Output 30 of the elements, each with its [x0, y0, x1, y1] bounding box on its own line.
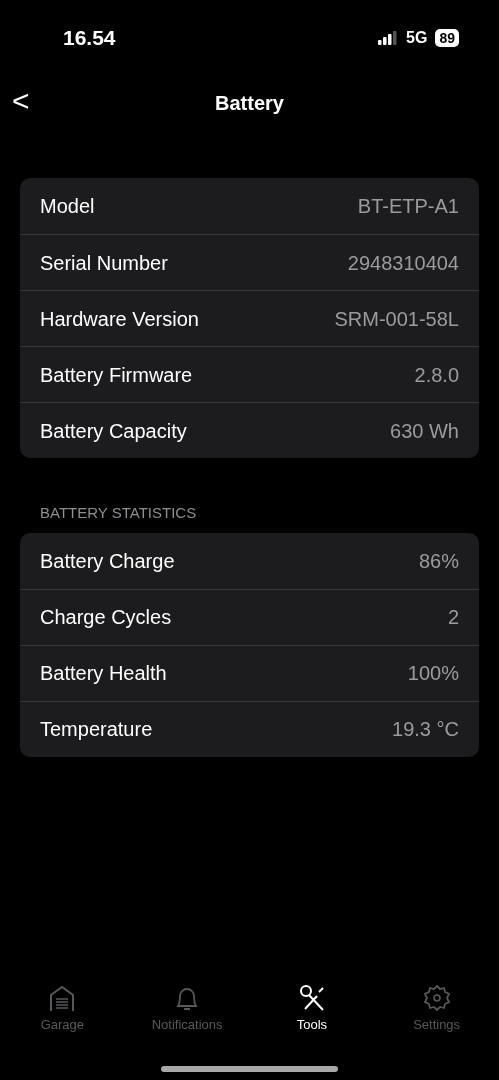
row-label: Battery Charge: [40, 548, 175, 574]
section-header: BATTERY STATISTICS: [39, 503, 198, 523]
back-button[interactable]: <: [8, 83, 34, 119]
row-label: Model: [40, 194, 95, 219]
row-label: Battery Firmware: [40, 362, 193, 388]
row-value: 2948310404: [347, 250, 459, 276]
row-label: Battery Capacity: [40, 418, 187, 444]
battery-icon: 89: [435, 28, 459, 47]
page-title: Battery: [215, 91, 284, 116]
tab-item[interactable]: Settings: [374, 982, 499, 1034]
row-label: Temperature: [40, 717, 153, 742]
row-value: BT-ETP-A1: [357, 194, 459, 219]
tab-item[interactable]: Garage: [0, 982, 125, 1034]
tab-item[interactable]: Tools: [249, 982, 375, 1034]
row-value: 100%: [407, 661, 459, 686]
row-value: 2.8.0: [414, 362, 459, 388]
row-label: Battery Health: [40, 661, 167, 686]
row-label: Charge Cycles: [40, 605, 172, 630]
row-value: 2: [447, 605, 459, 630]
time: 16.54: [63, 24, 116, 51]
row-label: Serial Number: [40, 250, 168, 276]
settings-icon: [421, 982, 452, 1013]
signal-icon: [378, 30, 399, 45]
row-value: 86%: [418, 548, 459, 574]
row-label: Hardware Version: [40, 306, 199, 332]
network-label: 5G: [406, 27, 428, 48]
tab-item[interactable]: Notifications: [124, 982, 250, 1034]
row-value: SRM-001-58L: [334, 306, 459, 332]
row-value: 19.3 °C: [392, 717, 459, 742]
row-value: 630 Wh: [390, 418, 459, 444]
